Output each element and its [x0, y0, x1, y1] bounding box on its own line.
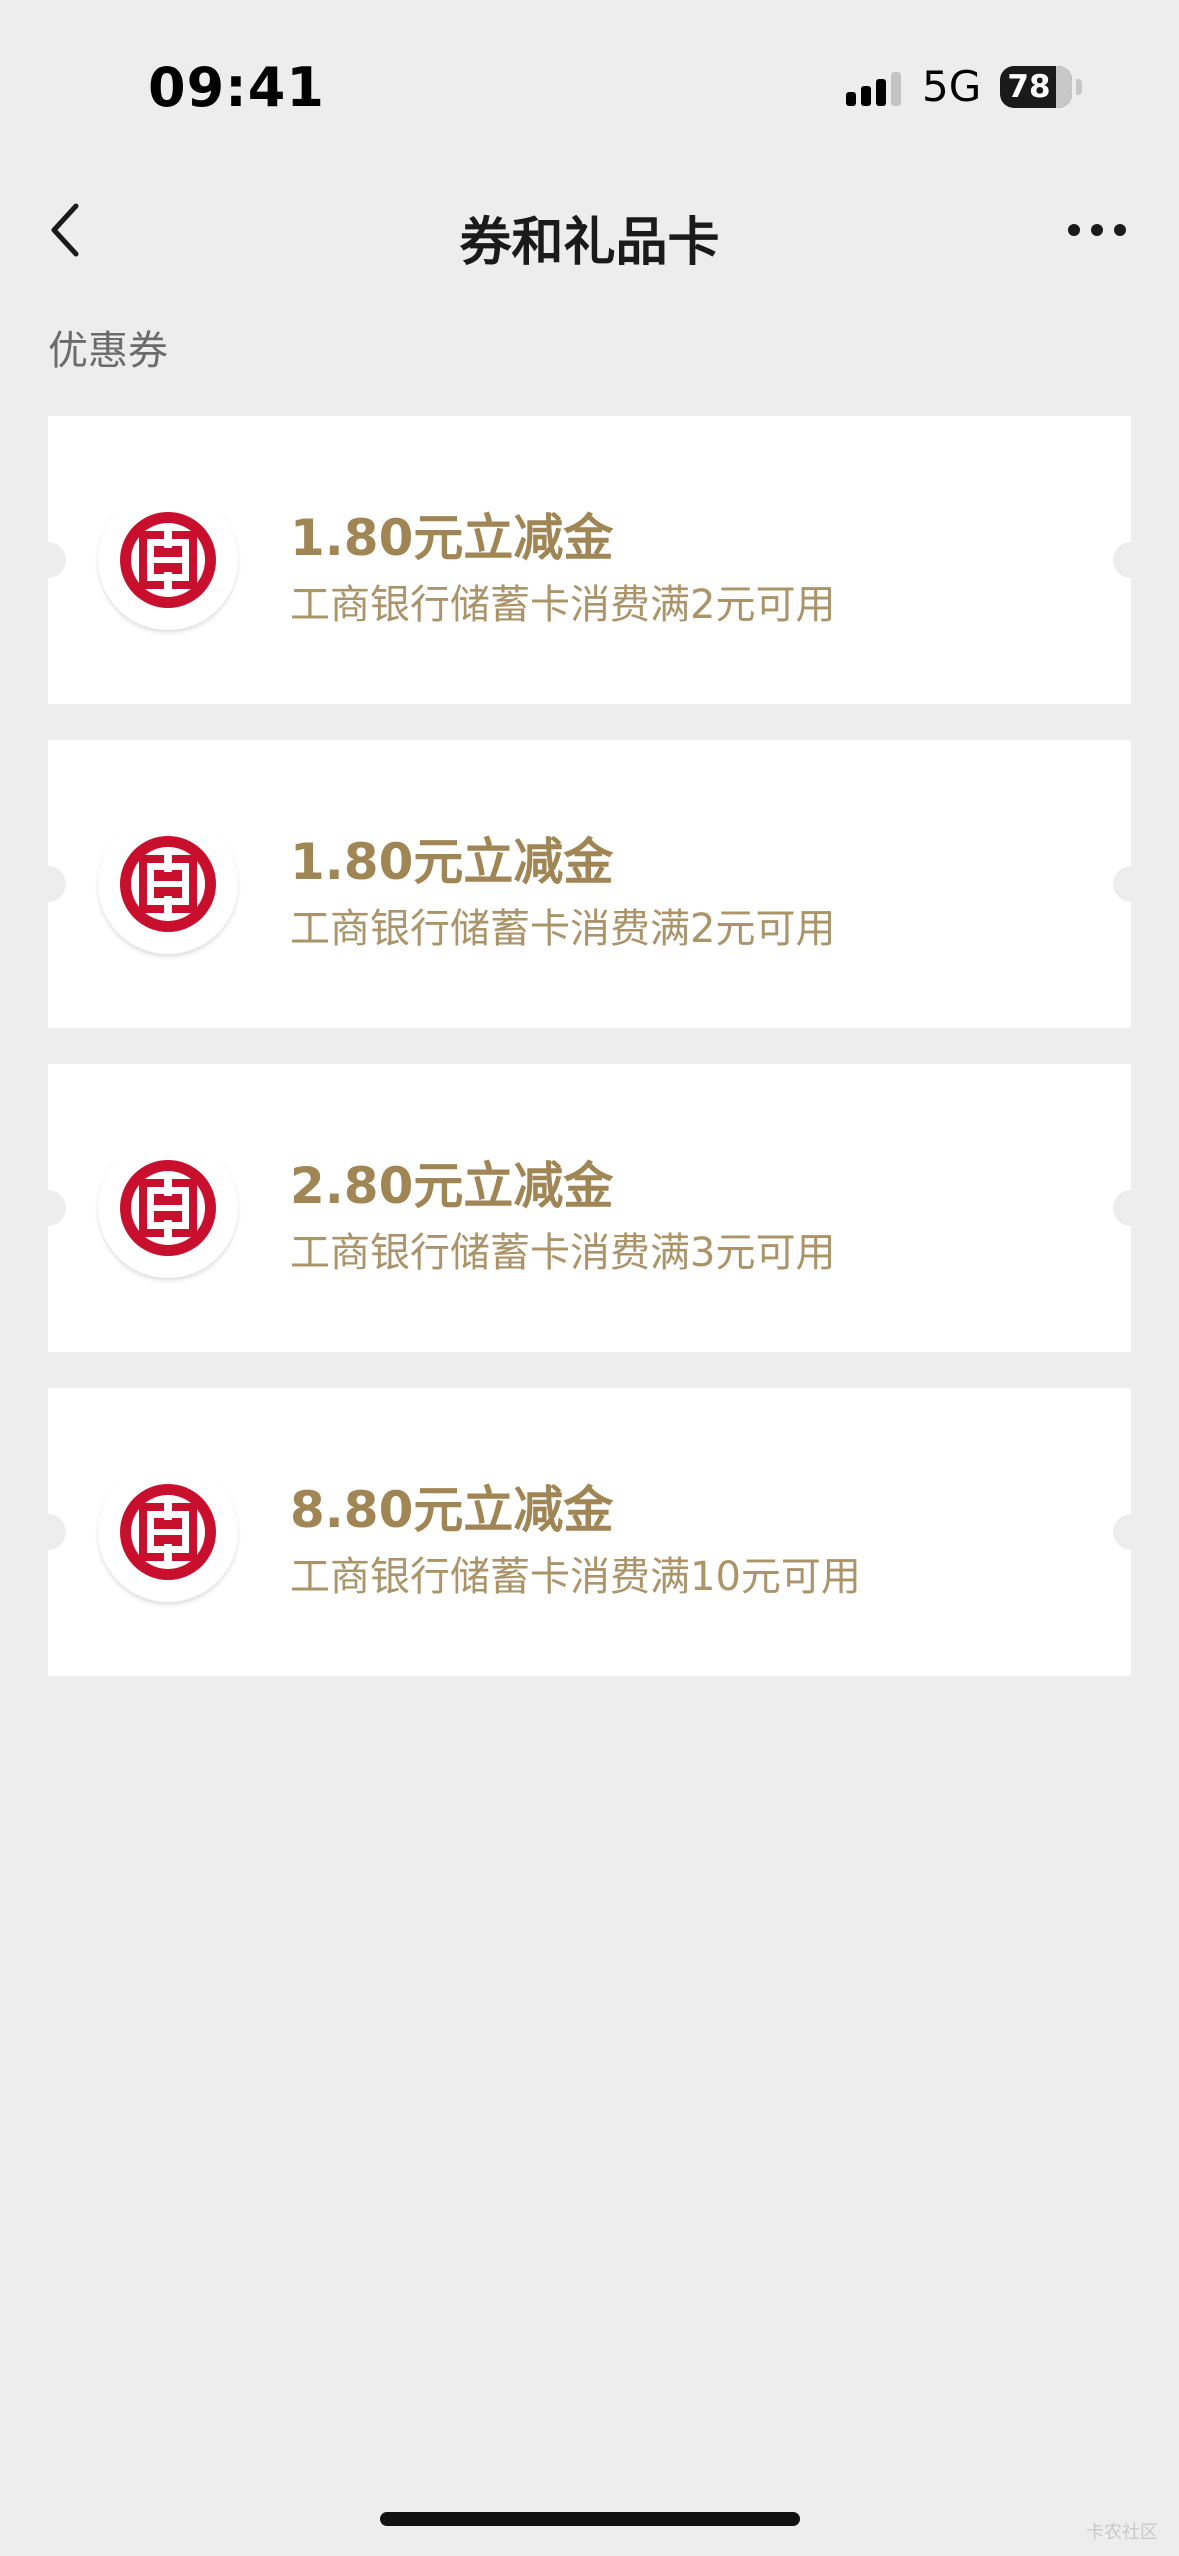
bank-logo: [98, 1462, 238, 1602]
icbc-logo-icon: [120, 1484, 216, 1580]
coupon-list: 1.80元立减金 工商银行储蓄卡消费满2元可用 1.80元立减金 工商银行储蓄卡…: [30, 416, 1149, 1712]
coupon-card[interactable]: 8.80元立减金 工商银行储蓄卡消费满10元可用: [30, 1388, 1149, 1676]
battery-icon: 78: [1000, 66, 1072, 108]
coupon-title: 1.80元立减金: [290, 509, 614, 567]
bank-logo: [98, 490, 238, 630]
coupon-card[interactable]: 1.80元立减金 工商银行储蓄卡消费满2元可用: [30, 416, 1149, 704]
nav-bar: 券和礼品卡: [0, 170, 1179, 290]
ticket-notch: [30, 542, 66, 578]
ticket-notch: [1113, 866, 1149, 902]
battery-tip: [1076, 79, 1082, 95]
icbc-logo-icon: [120, 512, 216, 608]
page-title: 券和礼品卡: [459, 213, 720, 273]
status-bar: 09:41 5G 78: [0, 0, 1179, 170]
home-indicator[interactable]: [380, 2512, 800, 2526]
coupon-title: 2.80元立减金: [290, 1157, 614, 1215]
more-dots-icon: [1068, 224, 1126, 236]
bank-logo: [98, 814, 238, 954]
ticket-notch: [30, 1514, 66, 1550]
coupon-description: 工商银行储蓄卡消费满10元可用: [290, 1554, 861, 1600]
coupon-description: 工商银行储蓄卡消费满3元可用: [290, 1230, 836, 1276]
ticket-notch: [1113, 542, 1149, 578]
more-button[interactable]: [1060, 198, 1140, 262]
icbc-logo-icon: [120, 836, 216, 932]
battery-level: 78: [1007, 69, 1051, 105]
bank-logo: [98, 1138, 238, 1278]
icbc-logo-icon: [120, 1160, 216, 1256]
coupon-card[interactable]: 1.80元立减金 工商银行储蓄卡消费满2元可用: [30, 740, 1149, 1028]
ticket-notch: [30, 1190, 66, 1226]
section-title: 优惠券: [48, 328, 168, 374]
ticket-notch: [30, 866, 66, 902]
ticket-notch: [1113, 1514, 1149, 1550]
watermark: 卡农社区: [1086, 2522, 1158, 2543]
status-time: 09:41: [148, 56, 325, 119]
signal-icon: [846, 72, 901, 106]
coupon-description: 工商银行储蓄卡消费满2元可用: [290, 906, 836, 952]
coupon-title: 8.80元立减金: [290, 1481, 614, 1539]
coupon-description: 工商银行储蓄卡消费满2元可用: [290, 582, 836, 628]
coupon-title: 1.80元立减金: [290, 833, 614, 891]
network-type: 5G: [922, 62, 982, 111]
ticket-notch: [1113, 1190, 1149, 1226]
coupon-card[interactable]: 2.80元立减金 工商银行储蓄卡消费满3元可用: [30, 1064, 1149, 1352]
